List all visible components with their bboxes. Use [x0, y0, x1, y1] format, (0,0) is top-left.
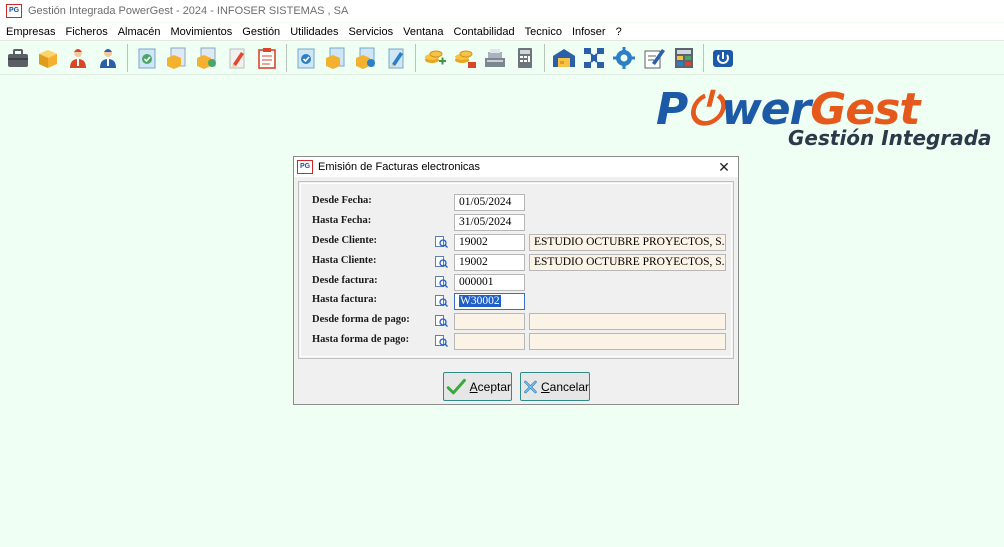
desde-forma-pago-name-field	[529, 313, 726, 330]
desde-fecha-input[interactable]: 01/05/2024	[454, 194, 525, 211]
search-doc-icon[interactable]	[435, 256, 448, 268]
clipboard-icon[interactable]	[253, 44, 281, 72]
filter-group: Desde Fecha: 01/05/2024 Hasta Fecha: 31/…	[298, 181, 734, 359]
coins-add-icon[interactable]	[421, 44, 449, 72]
desde-forma-pago-code-input[interactable]	[454, 313, 525, 330]
menu-movimientos[interactable]: Movimientos	[166, 26, 238, 38]
coins-download-icon[interactable]	[451, 44, 479, 72]
box-doc-2-icon[interactable]	[322, 44, 350, 72]
row-hasta-fecha: Hasta Fecha: 31/05/2024	[299, 214, 733, 231]
aceptar-button[interactable]: Aceptar	[443, 372, 512, 401]
window-title: Gestión Integrada PowerGest - 2024 - INF…	[28, 5, 349, 17]
hasta-cliente-name-field: ESTUDIO OCTUBRE PROYECTOS, S.L.U	[529, 254, 726, 271]
menu-servicios[interactable]: Servicios	[344, 26, 399, 38]
menu-ficheros[interactable]: Ficheros	[61, 26, 113, 38]
aceptar-label: Aceptar	[469, 379, 511, 394]
box-doc-icon[interactable]	[163, 44, 191, 72]
warehouse-icon[interactable]	[550, 44, 578, 72]
label-desde-factura: Desde factura:	[312, 275, 378, 286]
desde-factura-input[interactable]: 000001	[454, 274, 525, 291]
box-check-2-icon[interactable]	[352, 44, 380, 72]
pen-icon[interactable]	[223, 44, 251, 72]
search-doc-icon[interactable]	[435, 295, 448, 307]
toolbar-separator	[703, 43, 704, 72]
menu-ventana[interactable]: Ventana	[398, 26, 448, 38]
desde-cliente-name-field: ESTUDIO OCTUBRE PROYECTOS, S.L.U	[529, 234, 726, 251]
cash-register-icon[interactable]	[481, 44, 509, 72]
dialog-titlebar: PG Emisión de Facturas electronicas ✕	[294, 157, 738, 177]
desde-cliente-code-input[interactable]: 19002	[454, 234, 525, 251]
hasta-forma-pago-name-field	[529, 333, 726, 350]
dialog-title: Emisión de Facturas electronicas	[318, 161, 481, 173]
toolbar-separator	[127, 43, 128, 72]
menu-contabilidad[interactable]: Contabilidad	[449, 26, 520, 38]
label-hasta-cliente: Hasta Cliente:	[312, 255, 377, 266]
cancelar-label: Cancelar	[540, 379, 589, 394]
row-hasta-forma-pago: Hasta forma de pago:	[299, 333, 733, 350]
search-doc-icon[interactable]	[435, 276, 448, 288]
box-icon[interactable]	[34, 44, 62, 72]
menu-bar: Empresas Ficheros Almacén Movimientos Ge…	[0, 23, 1004, 41]
cancel-x-icon	[524, 380, 537, 393]
row-desde-cliente: Desde Cliente: 19002 ESTUDIO OCTUBRE PRO…	[299, 234, 733, 251]
user-blue-icon[interactable]	[94, 44, 122, 72]
toolbar-separator	[544, 43, 545, 72]
table-icon[interactable]	[670, 44, 698, 72]
gear-icon[interactable]	[610, 44, 638, 72]
label-hasta-forma-pago: Hasta forma de pago:	[312, 334, 410, 345]
box-check-icon[interactable]	[193, 44, 221, 72]
selected-text: W30002	[459, 295, 501, 307]
power-icon[interactable]	[709, 44, 737, 72]
menu-utilidades[interactable]: Utilidades	[285, 26, 343, 38]
menu-empresas[interactable]: Empresas	[0, 26, 61, 38]
doc-check-blue-icon[interactable]	[292, 44, 320, 72]
briefcase-icon[interactable]	[4, 44, 32, 72]
hasta-factura-input[interactable]: W30002	[454, 293, 525, 310]
row-desde-factura: Desde factura: 000001	[299, 274, 733, 291]
label-desde-cliente: Desde Cliente:	[312, 235, 378, 246]
calculator-icon[interactable]	[511, 44, 539, 72]
label-desde-fecha: Desde Fecha:	[312, 195, 372, 206]
emision-facturas-dialog: PG Emisión de Facturas electronicas ✕ De…	[293, 156, 739, 405]
menu-help[interactable]: ?	[611, 26, 627, 38]
menu-almacen[interactable]: Almacén	[113, 26, 166, 38]
row-hasta-cliente: Hasta Cliente: 19002 ESTUDIO OCTUBRE PRO…	[299, 254, 733, 271]
hasta-forma-pago-code-input[interactable]	[454, 333, 525, 350]
dialog-app-icon: PG	[297, 160, 313, 174]
toolbar-separator	[415, 43, 416, 72]
label-hasta-factura: Hasta factura:	[312, 294, 378, 305]
row-desde-fecha: Desde Fecha: 01/05/2024	[299, 194, 733, 211]
label-desde-forma-pago: Desde forma de pago:	[312, 314, 410, 325]
cancelar-button[interactable]: Cancelar	[520, 372, 590, 401]
user-red-icon[interactable]	[64, 44, 92, 72]
logo-subtitle: Gestión Integrada	[788, 126, 992, 150]
label-hasta-fecha: Hasta Fecha:	[312, 215, 372, 226]
app-logo-icon: PG	[6, 4, 22, 18]
edit-icon[interactable]	[640, 44, 668, 72]
powergest-logo: P⏻werGest Gestión Integrada	[656, 88, 992, 151]
row-desde-forma-pago: Desde forma de pago:	[299, 313, 733, 330]
menu-infoser[interactable]: Infoser	[567, 26, 611, 38]
main-toolbar	[0, 41, 1004, 75]
checkmark-icon	[446, 378, 466, 394]
search-doc-icon[interactable]	[435, 315, 448, 327]
search-doc-icon[interactable]	[435, 335, 448, 347]
window-titlebar: PG Gestión Integrada PowerGest - 2024 - …	[0, 0, 1004, 22]
close-icon[interactable]: ✕	[716, 159, 732, 175]
row-hasta-factura: Hasta factura: W30002	[299, 293, 733, 310]
doc-check-icon[interactable]	[133, 44, 161, 72]
toolbar-separator	[286, 43, 287, 72]
hasta-fecha-input[interactable]: 31/05/2024	[454, 214, 525, 231]
search-doc-icon[interactable]	[435, 236, 448, 248]
hasta-cliente-code-input[interactable]: 19002	[454, 254, 525, 271]
menu-tecnico[interactable]: Tecnico	[520, 26, 567, 38]
pen-blue-icon[interactable]	[382, 44, 410, 72]
menu-gestion[interactable]: Gestión	[237, 26, 285, 38]
network-icon[interactable]	[580, 44, 608, 72]
